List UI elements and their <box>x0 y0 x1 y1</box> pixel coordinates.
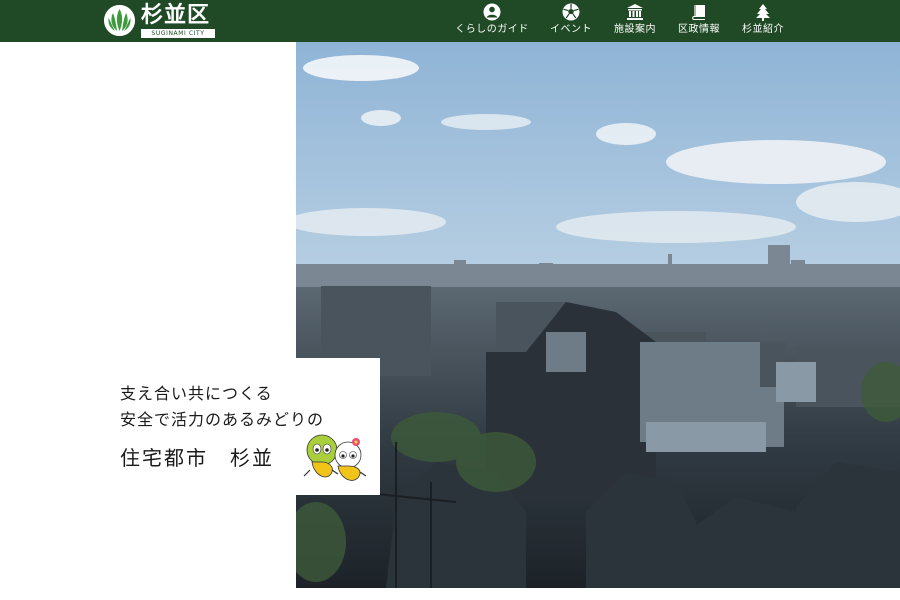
nav-label: 区政情報 <box>678 24 720 35</box>
nav-item-government[interactable]: 区政情報 <box>674 3 724 39</box>
slogan-line-3: 住宅都市 杉並 <box>120 446 274 470</box>
person-icon <box>483 3 501 21</box>
nav-item-facilities[interactable]: 施設案内 <box>610 3 660 39</box>
slogan-line-2: 安全で活力のあるみどりの <box>120 410 325 429</box>
nav-label: くらしのガイド <box>455 24 529 35</box>
nav-item-living-guide[interactable]: くらしのガイド <box>454 3 530 39</box>
nav-item-events[interactable]: イベント <box>545 3 597 39</box>
main-nav: くらしのガイド イベント 施設案内 区政情報 杉並紹介 <box>0 0 900 42</box>
city-skyline-image <box>296 42 900 588</box>
nav-label: 杉並紹介 <box>742 24 784 35</box>
hero-city-photo <box>296 42 900 588</box>
slogan-line-1: 支え合い共につくる <box>120 384 273 403</box>
slogan-box: 支え合い共につくる 安全で活力のあるみどりの 住宅都市 杉並 <box>100 358 380 495</box>
nav-item-about[interactable]: 杉並紹介 <box>738 3 788 39</box>
nav-label: 施設案内 <box>614 24 656 35</box>
nav-label: イベント <box>550 24 592 35</box>
book-icon <box>692 5 705 20</box>
building-icon <box>627 4 643 20</box>
tree-icon <box>756 4 770 21</box>
soccer-ball-icon <box>562 3 580 21</box>
site-header: 杉並区 SUGINAMI CITY くらしのガイド イベント 施設案内 区政情報… <box>0 0 900 42</box>
mascot-illustration <box>303 434 367 481</box>
